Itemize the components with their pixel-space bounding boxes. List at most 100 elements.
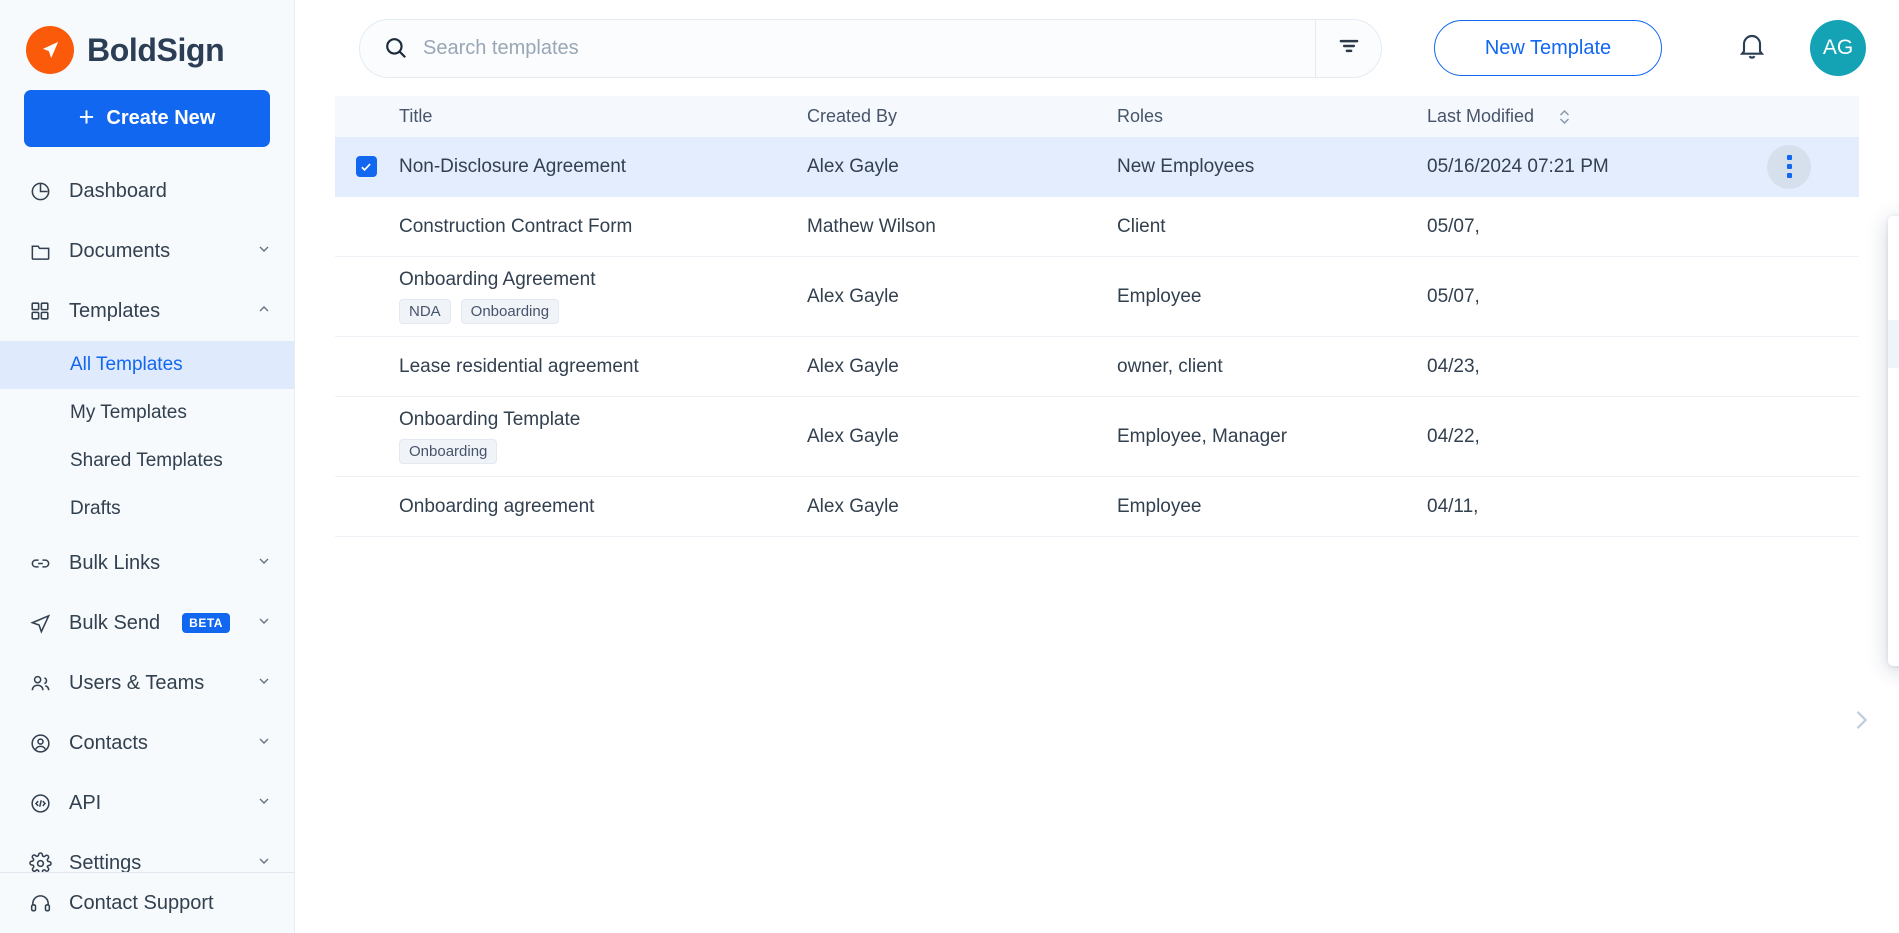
row-last-modified: 05/07, (1427, 216, 1767, 238)
sidebar-item-api[interactable]: API (0, 773, 294, 833)
table-row[interactable]: Onboarding agreement Alex Gayle Employee… (335, 477, 1859, 537)
menu-item-edit-template[interactable]: Edit template (1888, 272, 1899, 320)
row-title: Construction Contract Form (399, 216, 807, 238)
user-circle-icon (27, 730, 53, 756)
tag-chip[interactable]: NDA (399, 299, 451, 324)
chevron-down-icon[interactable] (256, 240, 272, 263)
chevron-down-icon[interactable] (256, 732, 272, 755)
search-icon (383, 35, 409, 61)
tag-chip[interactable]: Onboarding (461, 299, 559, 324)
sidebar-item-label: Dashboard (69, 180, 167, 203)
row-roles: Employee (1117, 286, 1427, 308)
chevron-down-icon[interactable] (256, 792, 272, 815)
send-icon (27, 610, 53, 636)
bell-icon (1736, 30, 1768, 67)
row-checkbox[interactable] (356, 156, 377, 177)
create-new-button[interactable]: + Create New (24, 90, 270, 147)
row-kebab-menu-icon[interactable] (1767, 145, 1811, 189)
table-row[interactable]: Onboarding Agreement NDA Onboarding Alex… (335, 257, 1859, 337)
search-bar[interactable] (359, 19, 1382, 78)
sidebar-item-label: Documents (69, 240, 170, 263)
sidebar-item-dashboard[interactable]: Dashboard (0, 161, 294, 221)
row-created-by: Alex Gayle (807, 356, 1117, 378)
menu-item-bulk-send[interactable]: Bulk send (1888, 368, 1899, 416)
chevron-down-icon[interactable] (256, 672, 272, 695)
filter-icon (1336, 33, 1362, 64)
row-tags: NDA Onboarding (399, 299, 807, 324)
beta-badge: BETA (182, 613, 230, 633)
row-title-cell: Construction Contract Form (397, 216, 807, 238)
top-bar: New Template AG (295, 0, 1899, 96)
table-row[interactable]: Lease residential agreement Alex Gayle o… (335, 337, 1859, 397)
row-title: Non-Disclosure Agreement (399, 156, 807, 178)
sidebar-item-bulk-links[interactable]: Bulk Links (0, 533, 294, 593)
search-input[interactable] (423, 37, 1315, 60)
filter-button[interactable] (1315, 20, 1381, 77)
link-icon (27, 550, 53, 576)
sidebar-item-label: Contacts (69, 732, 148, 755)
row-created-by: Alex Gayle (807, 286, 1117, 308)
menu-item-share[interactable]: Share (1888, 512, 1899, 560)
menu-item-delete[interactable]: Delete (1888, 608, 1899, 656)
next-page-chevron-icon[interactable] (1847, 701, 1875, 744)
code-icon (27, 790, 53, 816)
row-roles: owner, client (1117, 356, 1427, 378)
row-roles: Client (1117, 216, 1427, 238)
table-row[interactable]: Construction Contract Form Mathew Wilson… (335, 197, 1859, 257)
sidebar-item-contacts[interactable]: Contacts (0, 713, 294, 773)
chevron-up-icon[interactable] (256, 300, 272, 323)
new-template-button[interactable]: New Template (1434, 20, 1662, 76)
sidebar-item-documents[interactable]: Documents (0, 221, 294, 281)
users-icon (27, 670, 53, 696)
sidebar-item-all-templates[interactable]: All Templates (0, 341, 294, 389)
sidebar-subitem-label: Drafts (70, 498, 121, 520)
row-actions-cell[interactable] (1767, 145, 1859, 189)
menu-item-add-tags[interactable]: Add tags (1888, 320, 1899, 368)
table-row[interactable]: Non-Disclosure Agreement Alex Gayle New … (335, 137, 1859, 197)
notifications-button[interactable] (1736, 30, 1768, 67)
row-checkbox-cell[interactable] (335, 156, 397, 177)
sidebar-subitem-label: My Templates (70, 402, 187, 424)
avatar-initials: AG (1823, 36, 1853, 60)
grid-icon (27, 298, 53, 324)
sidebar-item-templates[interactable]: Templates (0, 281, 294, 341)
sidebar-item-bulk-send[interactable]: Bulk Send BETA (0, 593, 294, 653)
avatar[interactable]: AG (1810, 20, 1866, 76)
row-created-by: Alex Gayle (807, 426, 1117, 448)
column-header-roles[interactable]: Roles (1117, 106, 1427, 127)
sidebar-item-users-teams[interactable]: Users & Teams (0, 653, 294, 713)
chevron-down-icon[interactable] (256, 612, 272, 635)
column-header-created-by[interactable]: Created By (807, 106, 1117, 127)
sidebar-item-drafts[interactable]: Drafts (0, 485, 294, 533)
sidebar-item-shared-templates[interactable]: Shared Templates (0, 437, 294, 485)
sidebar: BoldSign + Create New Dashboard Document… (0, 0, 295, 933)
chevron-down-icon[interactable] (256, 552, 272, 575)
brand-logo[interactable]: BoldSign (0, 0, 294, 78)
row-title-cell: Non-Disclosure Agreement (397, 156, 807, 178)
menu-item-download-document[interactable]: Download document (1888, 560, 1899, 608)
sidebar-item-my-templates[interactable]: My Templates (0, 389, 294, 437)
row-last-modified: 04/11, (1427, 496, 1767, 518)
table-row[interactable]: Onboarding Template Onboarding Alex Gayl… (335, 397, 1859, 477)
sidebar-item-label: Users & Teams (69, 672, 204, 695)
headset-icon (27, 890, 53, 916)
row-last-modified: 04/22, (1427, 426, 1767, 448)
column-header-last-modified[interactable]: Last Modified (1427, 106, 1767, 128)
sort-updown-icon[interactable] (1556, 106, 1573, 128)
sidebar-item-label: Bulk Links (69, 552, 160, 575)
sidebar-nav: Dashboard Documents Templates (0, 161, 294, 893)
app-root: BoldSign + Create New Dashboard Document… (0, 0, 1899, 933)
sidebar-item-contact-support[interactable]: Contact Support (0, 873, 295, 933)
column-header-title[interactable]: Title (397, 106, 807, 127)
menu-item-clone-template[interactable]: Clone template (1888, 464, 1899, 512)
row-context-menu: Use template Edit template Add tags Bulk… (1888, 216, 1899, 666)
pie-chart-icon (27, 178, 53, 204)
menu-item-copy-template-id[interactable]: Copy template ID (1888, 416, 1899, 464)
row-title: Lease residential agreement (399, 356, 807, 378)
menu-item-use-template[interactable]: Use template (1888, 224, 1899, 272)
folder-icon (27, 238, 53, 264)
tag-chip[interactable]: Onboarding (399, 439, 497, 464)
sidebar-footer: Contact Support (0, 872, 295, 933)
sidebar-item-label: Bulk Send (69, 612, 160, 635)
row-title: Onboarding agreement (399, 496, 807, 518)
